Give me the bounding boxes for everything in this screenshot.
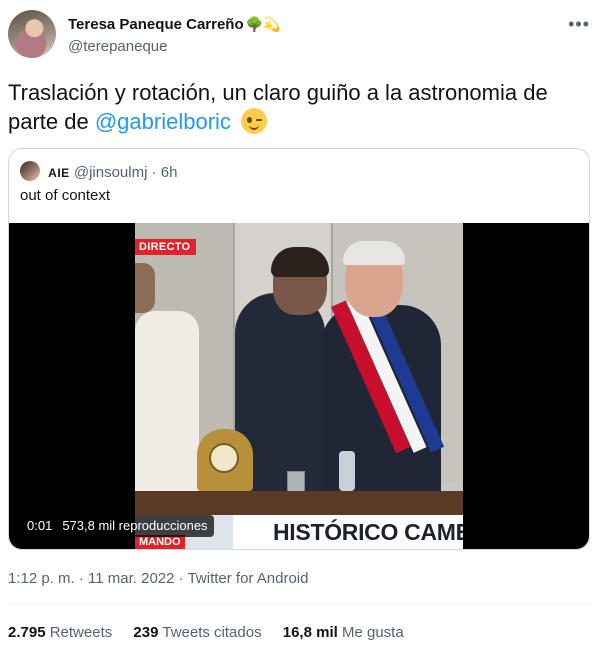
quoted-author-handle: @jinsoulmj: [73, 164, 148, 181]
video-frame: HISTÓRICO CAMBI MANDO DIRECTO: [135, 223, 463, 549]
likes-label: Me gusta: [341, 624, 404, 641]
meta-separator: ·: [178, 570, 184, 587]
video-glass: [287, 471, 305, 493]
retweets-label: Retweets: [49, 624, 113, 641]
video-views: 573,8 mil reproducciones: [62, 518, 208, 533]
quotes-stat[interactable]: 239 Tweets citados: [133, 624, 261, 641]
video-bottle: [339, 451, 355, 491]
video-person-left-hair: [271, 247, 329, 277]
video-duration: 0:01: [27, 518, 53, 533]
more-options-icon[interactable]: •••: [568, 14, 590, 35]
tweet-time[interactable]: 1:12 p. m.: [8, 570, 75, 587]
video-person-right-hair: [343, 241, 405, 265]
quotes-label: Tweets citados: [162, 624, 262, 641]
likes-stat[interactable]: 16,8 mil Me gusta: [283, 624, 404, 641]
tweet-date[interactable]: 11 mar. 2022: [88, 570, 174, 587]
quotes-count: 239: [133, 624, 159, 641]
quoted-author-name: AIE: [48, 166, 70, 180]
video-guard: [135, 311, 199, 511]
author-name[interactable]: Teresa Paneque Carreño 🌳💫: [68, 16, 281, 33]
video-ticker-text: HISTÓRICO CAMBI: [273, 519, 463, 545]
quoted-tweet-header: AIE @jinsoulmj · 6h: [20, 161, 177, 181]
author-handle[interactable]: @terepaneque: [68, 38, 167, 55]
meta-separator: ·: [78, 570, 84, 587]
tweet-stats: 2.795 Retweets 239 Tweets citados 16,8 m…: [8, 624, 421, 641]
video-clock-face: [209, 443, 239, 473]
video-guard-head: [135, 263, 155, 313]
quoted-separator: ·: [151, 164, 157, 181]
video-info-badge: 0:01 573,8 mil reproducciones: [21, 515, 214, 537]
divider: [8, 604, 592, 605]
wink-emoji-icon: [241, 108, 268, 134]
tweet-source: Twitter for Android: [187, 570, 309, 587]
retweets-stat[interactable]: 2.795 Retweets: [8, 624, 112, 641]
tweet-header: Teresa Paneque Carreño 🌳💫 @terepaneque ••…: [8, 8, 592, 64]
tweet-metadata: 1:12 p. m. · 11 mar. 2022 · Twitter for …: [8, 570, 308, 587]
quoted-avatar: [20, 161, 40, 181]
video-desk: [135, 491, 463, 515]
quoted-timestamp[interactable]: 6h: [161, 164, 178, 181]
avatar[interactable]: [8, 10, 56, 58]
author-name-text[interactable]: Teresa Paneque Carreño: [68, 16, 244, 33]
video-player[interactable]: HISTÓRICO CAMBI MANDO DIRECTO 0:01 573,8 …: [9, 223, 589, 549]
tweet-text: Traslación y rotación, un claro guiño a …: [8, 78, 594, 136]
video-ticker-subtext: MANDO: [135, 535, 185, 549]
likes-count: 16,8 mil: [282, 624, 338, 641]
retweets-count: 2.795: [8, 624, 46, 641]
mention-link[interactable]: @gabrielboric: [95, 109, 231, 134]
video-live-badge: DIRECTO: [135, 239, 197, 255]
name-emoji: 🌳💫: [245, 16, 281, 32]
tweet-text-body: Traslación y rotación, un claro guiño a …: [8, 80, 548, 134]
quoted-tweet-text: out of context: [20, 187, 111, 204]
quoted-tweet[interactable]: AIE @jinsoulmj · 6h out of context HISTÓ…: [8, 148, 590, 550]
